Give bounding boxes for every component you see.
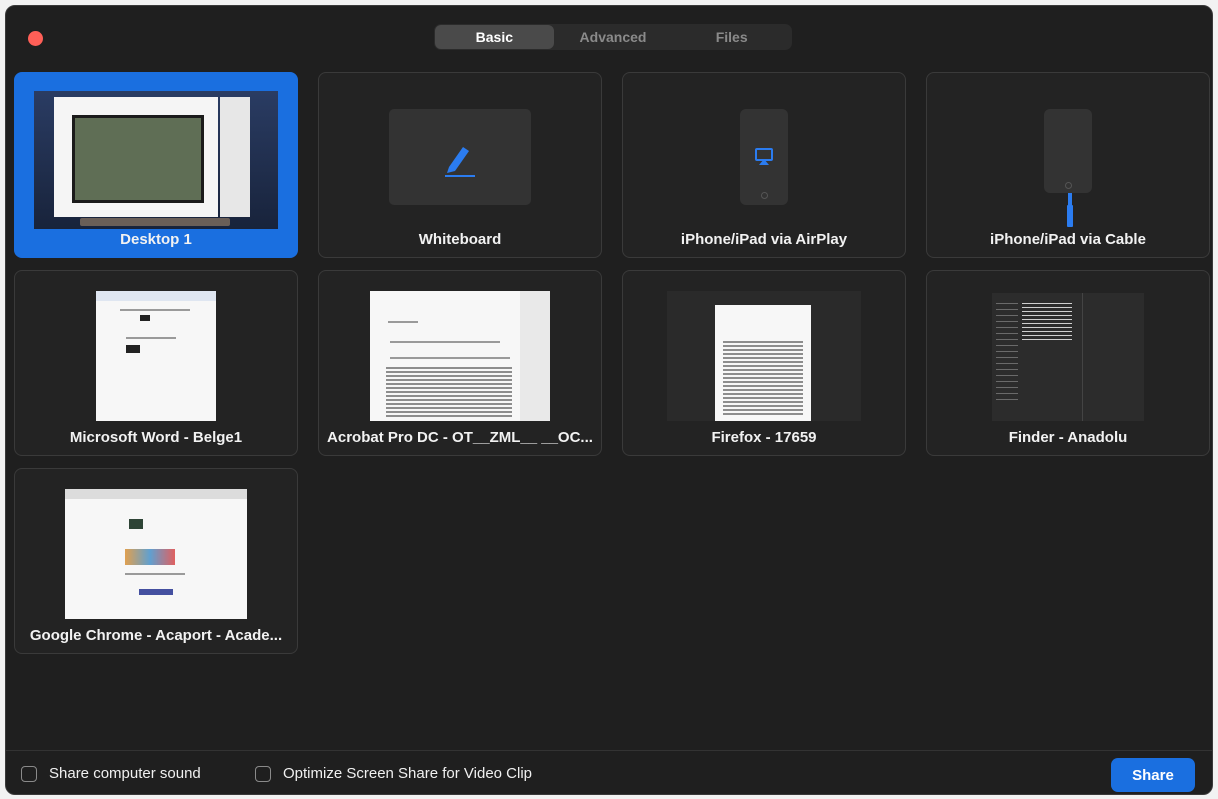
card-label: Whiteboard	[418, 231, 502, 248]
airplay-icon	[755, 148, 773, 165]
tab-files[interactable]: Files	[672, 25, 791, 49]
share-card-airplay[interactable]: iPhone/iPad via AirPlay	[622, 72, 906, 258]
card-label: Google Chrome - Acaport - Acade...	[29, 627, 283, 644]
share-card-desktop[interactable]: Desktop 1	[14, 72, 298, 258]
tab-bar: Basic Advanced Files	[434, 24, 792, 50]
optimize-video-option[interactable]: Optimize Screen Share for Video Clip	[255, 765, 532, 782]
share-screen-window: Basic Advanced Files Desktop 1 Whiteboar…	[5, 5, 1213, 795]
share-card-finder[interactable]: Finder - Anadolu	[926, 270, 1210, 456]
acrobat-thumbnail	[370, 291, 550, 421]
cable-icon	[1067, 193, 1073, 227]
chrome-thumbnail	[65, 489, 247, 619]
share-card-chrome[interactable]: Google Chrome - Acaport - Acade...	[14, 468, 298, 654]
footer-divider	[6, 750, 1212, 751]
tab-advanced[interactable]: Advanced	[554, 25, 673, 49]
share-card-acrobat[interactable]: Acrobat Pro DC - OT__ZML__ __OC...	[318, 270, 602, 456]
close-window-button[interactable]	[28, 31, 43, 46]
optimize-video-label: Optimize Screen Share for Video Clip	[283, 765, 533, 782]
phone-thumbnail	[740, 109, 788, 205]
card-label: iPhone/iPad via Cable	[990, 231, 1146, 248]
whiteboard-thumbnail	[389, 109, 531, 205]
word-thumbnail	[96, 291, 216, 421]
card-label: Firefox - 17659	[711, 429, 817, 446]
pen-icon	[445, 147, 475, 177]
share-card-word[interactable]: Microsoft Word - Belge1	[14, 270, 298, 456]
share-sound-label: Share computer sound	[49, 765, 201, 782]
share-card-whiteboard[interactable]: Whiteboard	[318, 72, 602, 258]
card-label: Finder - Anadolu	[1008, 429, 1128, 446]
card-label: Acrobat Pro DC - OT__ZML__ __OC...	[327, 429, 593, 446]
desktop-thumbnail	[34, 91, 278, 229]
share-sound-checkbox[interactable]	[21, 765, 37, 782]
tab-basic[interactable]: Basic	[435, 25, 554, 49]
phone-thumbnail	[1044, 109, 1092, 193]
share-card-cable[interactable]: iPhone/iPad via Cable	[926, 72, 1210, 258]
share-sound-option[interactable]: Share computer sound	[21, 765, 201, 782]
finder-thumbnail	[992, 293, 1144, 421]
card-label: Desktop 1	[120, 231, 192, 248]
share-card-firefox[interactable]: Firefox - 17659	[622, 270, 906, 456]
card-label: iPhone/iPad via AirPlay	[680, 231, 848, 248]
firefox-thumbnail	[667, 291, 861, 421]
card-label: Microsoft Word - Belge1	[69, 429, 243, 446]
optimize-video-checkbox[interactable]	[255, 765, 271, 782]
share-button[interactable]: Share	[1111, 758, 1195, 792]
